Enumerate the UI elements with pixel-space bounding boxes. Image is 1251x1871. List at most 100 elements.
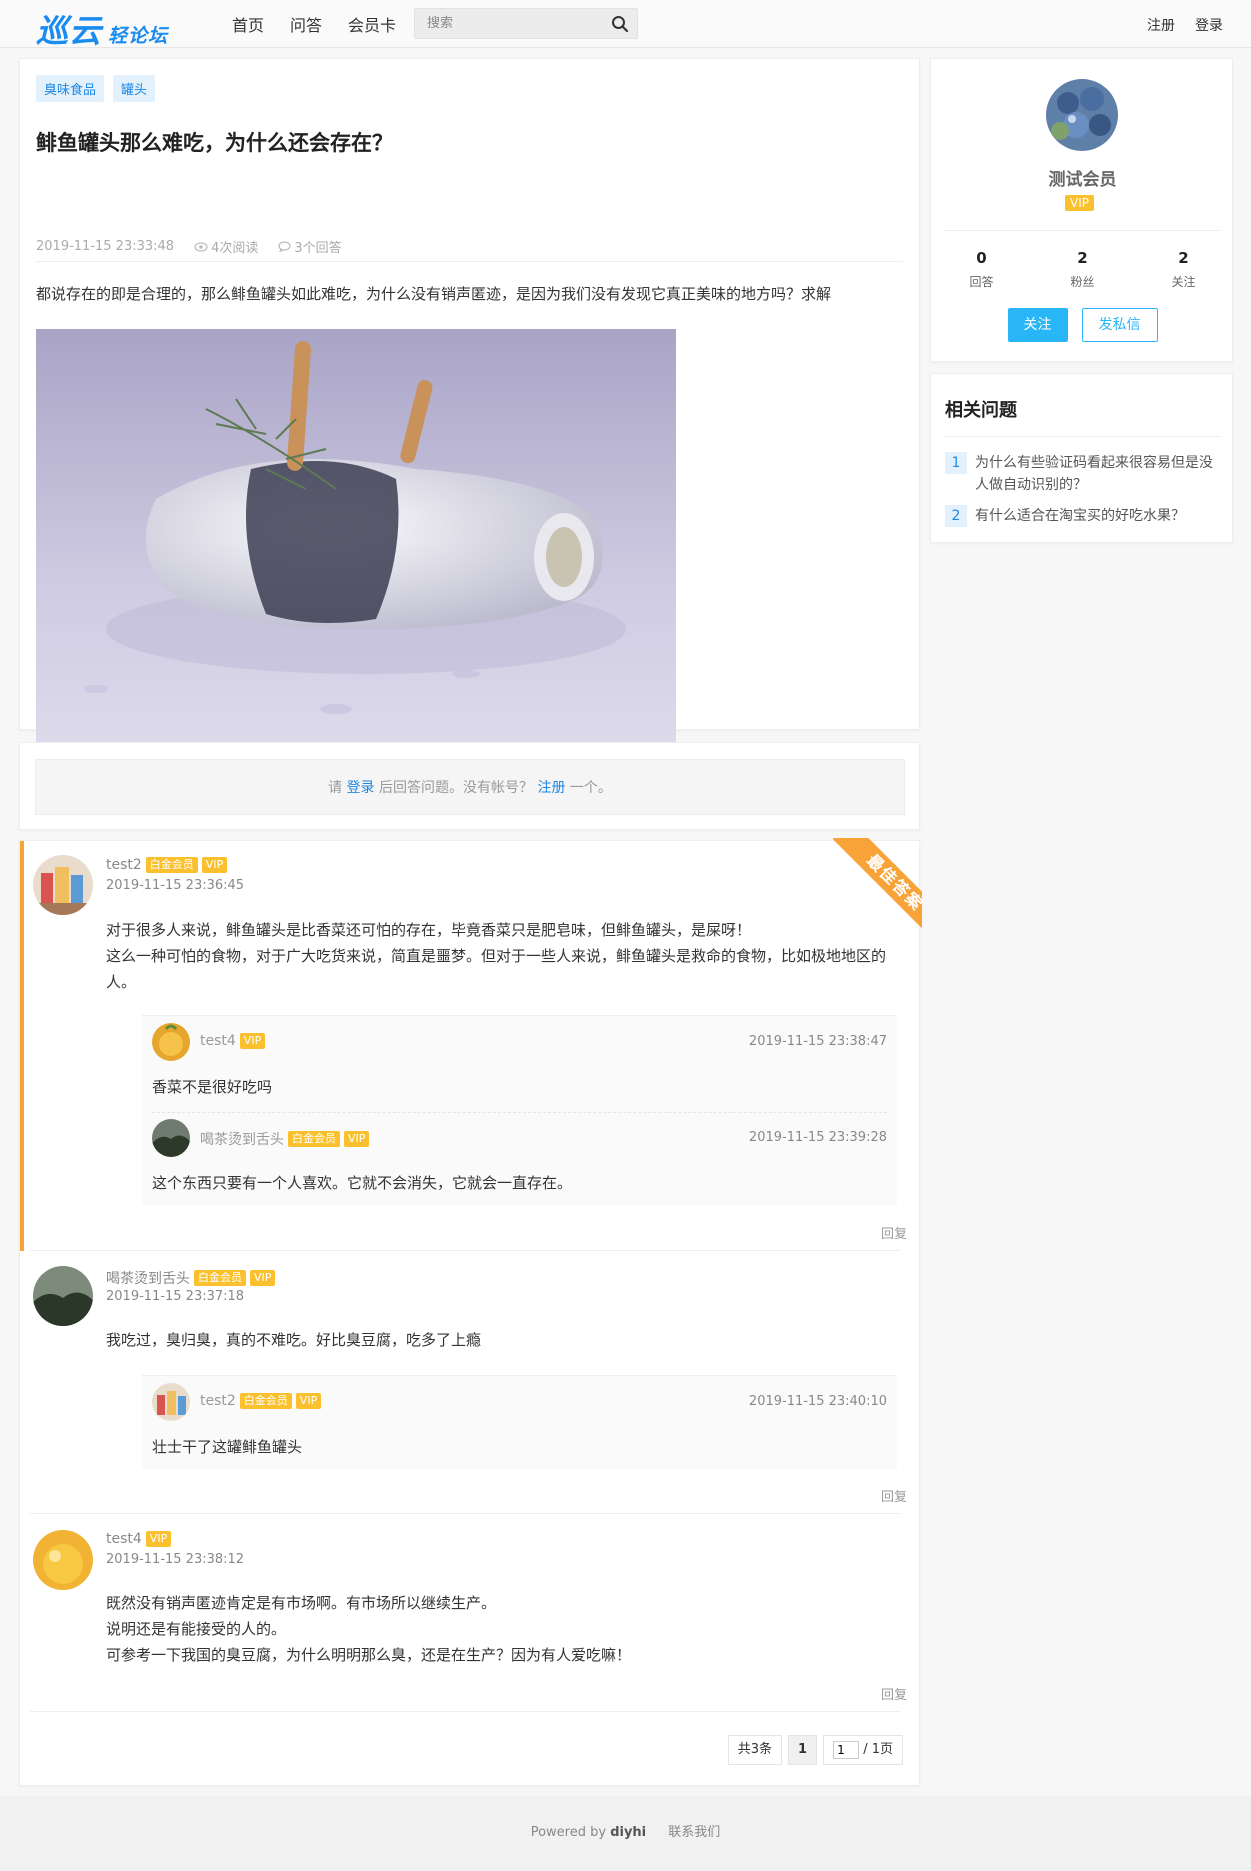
contact-link[interactable]: 联系我们 bbox=[668, 1825, 720, 1840]
vip-badge: VIP bbox=[145, 1531, 172, 1547]
powered-brand-link[interactable]: diyhi bbox=[610, 1825, 646, 1840]
comment-icon bbox=[278, 241, 291, 252]
answer-line: 人。 bbox=[106, 973, 137, 991]
logo-main: 巡云 bbox=[36, 12, 103, 50]
reply-time: 2019-11-15 23:39:28 bbox=[748, 1130, 887, 1145]
reply-button[interactable]: 回复 bbox=[881, 1684, 907, 1703]
view-count: 4次阅读 bbox=[194, 237, 258, 256]
profile-vip-wrap: VIP bbox=[1065, 193, 1094, 211]
vip-badge: VIP bbox=[250, 1270, 276, 1286]
reply-time: 2019-11-15 23:38:47 bbox=[748, 1034, 887, 1049]
site-logo[interactable]: 巡云 轻论坛 bbox=[36, 6, 168, 50]
pager-page-1[interactable]: 1 bbox=[788, 1735, 818, 1765]
question-image-herring bbox=[36, 329, 676, 755]
reply-button[interactable]: 回复 bbox=[881, 1486, 907, 1505]
profile-avatar[interactable] bbox=[1046, 79, 1118, 151]
related-item[interactable]: 1 为什么有些验证码看起来很容易但是没人做自动识别的？ bbox=[945, 452, 1225, 496]
search-input[interactable] bbox=[415, 9, 605, 38]
platinum-badge: 白金会员 bbox=[194, 1270, 246, 1286]
reply-time: 2019-11-15 23:40:10 bbox=[748, 1394, 887, 1409]
nav-home[interactable]: 首页 bbox=[232, 12, 264, 36]
username[interactable]: test4 bbox=[106, 1531, 142, 1547]
register-link-inline[interactable]: 注册 bbox=[537, 780, 565, 796]
avatar[interactable] bbox=[33, 1266, 93, 1326]
related-link[interactable]: 为什么有些验证码看起来很容易但是没人做自动识别的？ bbox=[975, 452, 1225, 496]
login-prompt: 请 登录 后回答问题。没有帐号？ 注册 一个。 bbox=[35, 759, 905, 815]
answer-line: 我吃过，臭归臭，真的不难吃。好比臭豆腐，吃多了上瘾 bbox=[106, 1331, 482, 1349]
stat-followers[interactable]: 2 粉丝 bbox=[1032, 249, 1133, 290]
stat-number: 2 bbox=[1178, 249, 1189, 267]
best-answer-bar bbox=[20, 841, 24, 1251]
divider bbox=[36, 261, 903, 262]
reply-avatar[interactable] bbox=[152, 1383, 190, 1421]
reply-avatar[interactable] bbox=[152, 1023, 190, 1061]
answer-line: 这么一种可怕的食物，对于广大吃货来说，简直是噩梦。但对于一些人来说，鲱鱼罐头是救… bbox=[106, 947, 887, 965]
nav-qa[interactable]: 问答 bbox=[290, 12, 322, 36]
login-link-inline[interactable]: 登录 bbox=[347, 780, 375, 796]
login-prompt-pre: 请 bbox=[328, 780, 347, 796]
tag-item[interactable]: 罐头 bbox=[113, 75, 156, 102]
follow-button[interactable]: 关注 bbox=[1007, 308, 1068, 342]
reply-text: 香菜不是很好吃吗 bbox=[152, 1078, 273, 1096]
reply-list: test4 VIP 2019-11-15 23:38:47 香菜不是很好吃吗 喝… bbox=[142, 1015, 897, 1205]
question-tags: 臭味食品 罐头 bbox=[36, 75, 156, 102]
avatar[interactable] bbox=[33, 855, 93, 915]
answers-card: 最佳答案 test2 白金会员 VIP 2019-11-15 23:36:45 … bbox=[19, 838, 922, 1786]
platinum-badge: 白金会员 bbox=[288, 1131, 340, 1147]
profile-actions: 关注 发私信 bbox=[931, 308, 1234, 342]
question-time: 2019-11-15 23:33:48 bbox=[36, 239, 175, 254]
vip-badge: VIP bbox=[295, 1393, 322, 1409]
nav-membership-card[interactable]: 会员卡 bbox=[348, 12, 396, 36]
username[interactable]: test2 bbox=[106, 857, 142, 873]
answer-time: 2019-11-15 23:36:45 bbox=[106, 878, 245, 893]
question-card: 臭味食品 罐头 鲱鱼罐头那么难吃，为什么还会存在？ 2019-11-15 23:… bbox=[19, 58, 920, 755]
pagination: 共3条 1 / 1页 bbox=[727, 1735, 903, 1765]
reply-avatar[interactable] bbox=[152, 1119, 190, 1157]
username[interactable]: 喝茶烫到舌头 bbox=[106, 1268, 190, 1288]
username[interactable]: test2 bbox=[200, 1393, 236, 1409]
question-body: 都说存在的即是合理的，那么鲱鱼罐头如此难吃，为什么没有销声匿迹，是因为我们没有发… bbox=[36, 285, 832, 303]
answer-username: 喝茶烫到舌头 白金会员 VIP bbox=[106, 1268, 276, 1288]
reply-username: test4 VIP bbox=[200, 1033, 266, 1049]
platinum-badge: 白金会员 bbox=[239, 1393, 292, 1409]
vip-badge: VIP bbox=[239, 1033, 266, 1049]
search-box bbox=[414, 8, 638, 39]
answer-username: test2 白金会员 VIP bbox=[106, 857, 228, 873]
answer-username: test4 VIP bbox=[106, 1531, 172, 1547]
related-title: 相关问题 bbox=[945, 400, 1017, 421]
related-link[interactable]: 有什么适合在淘宝买的好吃水果？ bbox=[975, 505, 1185, 527]
stat-label: 关注 bbox=[1171, 275, 1196, 289]
reply-list: test2 白金会员 VIP 2019-11-15 23:40:10 壮士干了这… bbox=[142, 1375, 897, 1469]
tag-item[interactable]: 臭味食品 bbox=[36, 75, 105, 102]
stat-answers[interactable]: 0 回答 bbox=[931, 249, 1032, 290]
vip-badge: VIP bbox=[344, 1131, 370, 1147]
related-number: 1 bbox=[945, 452, 967, 474]
question-meta: 2019-11-15 23:33:48 4次阅读 3个回答 bbox=[36, 237, 342, 256]
powered-by: Powered by bbox=[530, 1825, 607, 1840]
eye-icon bbox=[194, 241, 208, 252]
related-item[interactable]: 2 有什么适合在淘宝买的好吃水果？ bbox=[945, 505, 1225, 527]
pager-total: 共3条 bbox=[727, 1735, 783, 1765]
reply-username: 喝茶烫到舌头 白金会员 VIP bbox=[200, 1129, 370, 1149]
stat-following[interactable]: 2 关注 bbox=[1133, 249, 1234, 290]
reply-button[interactable]: 回复 bbox=[881, 1223, 907, 1242]
answer-line: 说明还是有能接受的人的。 bbox=[106, 1620, 287, 1638]
divider bbox=[30, 1513, 900, 1514]
site-footer: Powered by diyhi 联系我们 bbox=[0, 1796, 1251, 1871]
page-jump-input[interactable] bbox=[833, 1740, 860, 1759]
avatar[interactable] bbox=[33, 1530, 93, 1590]
answer-line: 对于很多人来说，鲱鱼罐头是比香菜还可怕的存在，毕竟香菜只是肥皂味，但鲱鱼罐头，是… bbox=[106, 921, 752, 939]
search-icon[interactable] bbox=[611, 15, 629, 33]
divider bbox=[30, 1711, 900, 1712]
pager-pages: / 1页 bbox=[863, 1742, 893, 1757]
login-link[interactable]: 登录 bbox=[1195, 15, 1223, 35]
answer-count: 3个回答 bbox=[278, 237, 342, 256]
divider bbox=[152, 1112, 887, 1113]
related-questions-card: 相关问题 1 为什么有些验证码看起来很容易但是没人做自动识别的？ 2 有什么适合… bbox=[930, 373, 1233, 543]
answer-login-card: 请 登录 后回答问题。没有帐号？ 注册 一个。 bbox=[19, 742, 920, 830]
register-link[interactable]: 注册 bbox=[1147, 15, 1175, 35]
stat-number: 0 bbox=[976, 249, 987, 267]
private-message-button[interactable]: 发私信 bbox=[1081, 308, 1158, 342]
username[interactable]: 喝茶烫到舌头 bbox=[200, 1129, 284, 1149]
username[interactable]: test4 bbox=[200, 1033, 236, 1049]
